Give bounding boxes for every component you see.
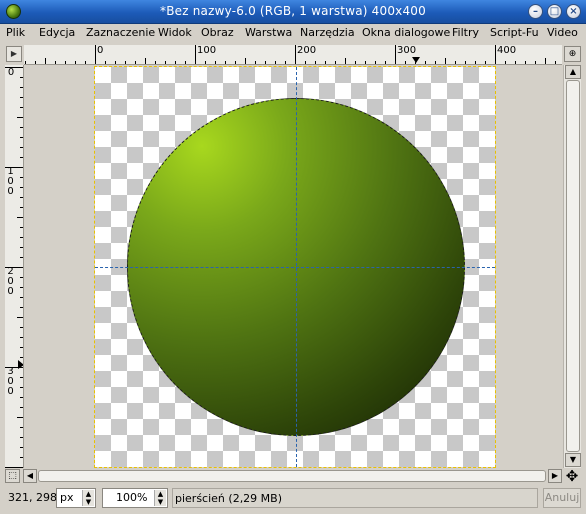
zoom-selector[interactable]: 100% ▲ ▼: [102, 488, 168, 508]
vertical-ruler[interactable]: 0 100 200 300: [5, 65, 24, 468]
ruler-label-100: 100: [197, 45, 217, 56]
scroll-left-icon[interactable]: ◀: [23, 469, 37, 483]
vruler-label-100: 100: [7, 166, 14, 197]
navigate-icon[interactable]: ⊕: [564, 46, 581, 62]
horizontal-scrollbar: ⬚ ◀ ▶ ✥: [0, 468, 586, 484]
zoom-value: 100%: [116, 491, 148, 504]
menu-tools[interactable]: Narzędzia: [300, 26, 355, 39]
minimize-button[interactable]: –: [528, 4, 543, 19]
cancel-button[interactable]: Anuluj: [543, 488, 581, 508]
vruler-label-0: 0: [7, 67, 15, 78]
unit-selector[interactable]: px ▲ ▼: [56, 488, 96, 508]
menu-file[interactable]: Plik: [6, 26, 25, 39]
window-title: *Bez nazwy-6.0 (RGB, 1 warstwa) 400x400: [160, 4, 426, 18]
menu-filters[interactable]: Filtry: [452, 26, 479, 39]
ruler-label-200: 200: [297, 45, 317, 56]
scroll-right-icon[interactable]: ▶: [548, 469, 562, 483]
ruler-label-400: 400: [497, 45, 517, 56]
ruler-label-0: 0: [97, 45, 104, 56]
menu-edit[interactable]: Edycja: [39, 26, 75, 39]
menu-layer[interactable]: Warstwa: [245, 26, 292, 39]
status-message: pierścień (2,29 MB): [172, 488, 538, 508]
pointer-coordinates: 321, 298: [8, 491, 57, 504]
menu-dialogs[interactable]: Okna dialogowe: [362, 26, 450, 39]
menu-select[interactable]: Zaznaczenie: [86, 26, 155, 39]
menu-image[interactable]: Obraz: [201, 26, 234, 39]
horizontal-ruler-ticks: [25, 45, 556, 64]
zoom-dropdown-arrows-icon[interactable]: ▲ ▼: [154, 490, 166, 506]
vertical-scroll-thumb[interactable]: [566, 80, 580, 452]
menu-video[interactable]: Video: [547, 26, 578, 39]
vruler-label-300: 300: [7, 366, 14, 397]
unit-dropdown-arrows-icon[interactable]: ▲ ▼: [82, 490, 94, 506]
ruler-label-300: 300: [397, 45, 417, 56]
image-menu-button[interactable]: ▶: [6, 46, 22, 62]
scroll-down-icon[interactable]: ▼: [565, 453, 581, 467]
vertical-guide[interactable]: [296, 67, 297, 467]
vruler-label-200: 200: [7, 266, 14, 297]
status-bar: 321, 298 px ▲ ▼ 100% ▲ ▼ pierścień (2,29 M…: [0, 486, 586, 510]
horizontal-ruler[interactable]: 0 100 200 300 400: [24, 45, 562, 65]
unit-value: px: [60, 491, 74, 504]
title-bar: *Bez nazwy-6.0 (RGB, 1 warstwa) 400x400 …: [0, 0, 586, 24]
quick-mask-icon[interactable]: ⬚: [5, 469, 20, 483]
menu-script-fu[interactable]: Script-Fu: [490, 26, 539, 39]
horizontal-scroll-thumb[interactable]: [38, 470, 546, 482]
menu-view[interactable]: Widok: [158, 26, 192, 39]
vertical-scrollbar[interactable]: ▲ ▼: [563, 65, 581, 468]
menu-bar: Plik Edycja Zaznaczenie Widok Obraz Wars…: [0, 24, 586, 43]
move-navigation-icon[interactable]: ✥: [564, 468, 580, 484]
scroll-up-icon[interactable]: ▲: [565, 65, 581, 79]
canvas-area[interactable]: [24, 65, 562, 468]
horizontal-guide[interactable]: [95, 267, 495, 268]
maximize-button[interactable]: □: [547, 4, 562, 19]
close-button[interactable]: ×: [566, 4, 581, 19]
pointer-position-marker: [412, 57, 420, 63]
